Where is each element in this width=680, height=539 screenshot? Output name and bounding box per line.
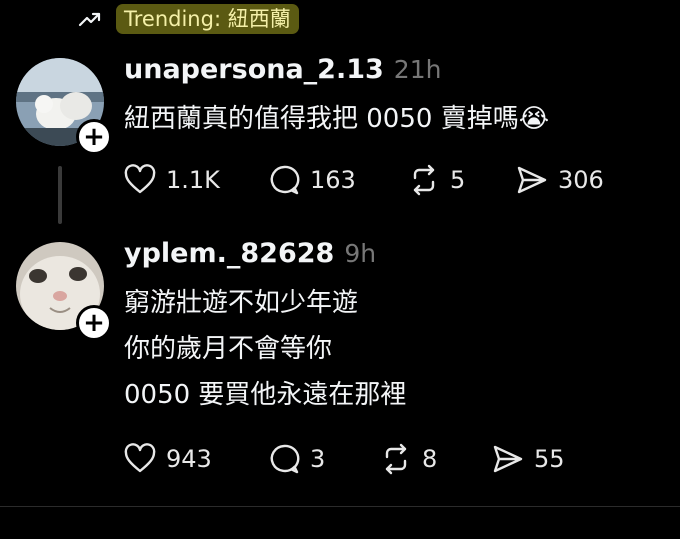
like-button[interactable]: 943 xyxy=(122,441,266,477)
share-count: 306 xyxy=(558,166,604,194)
username[interactable]: yplem._82628 xyxy=(124,238,334,269)
send-icon xyxy=(493,445,523,473)
like-count: 1.1K xyxy=(166,166,220,194)
action-bar: 943 3 8 55 xyxy=(122,439,565,479)
trending-label[interactable]: Trending: 紐西蘭 xyxy=(116,4,299,34)
share-button[interactable]: 306 xyxy=(514,162,604,198)
repost-count: 8 xyxy=(422,445,438,473)
trending-topic[interactable]: Trending: 紐西蘭 xyxy=(78,4,299,34)
post-text: 紐西蘭真的值得我把 0050 賣掉嗎😭 xyxy=(124,96,549,142)
post-text-line: 窮游壯遊不如少年遊 xyxy=(124,288,359,318)
send-icon xyxy=(517,166,547,194)
post-text: 窮游壯遊不如少年遊 你的歲月不會等你 0050 要買他永遠在那裡 xyxy=(124,280,406,418)
repost-icon xyxy=(385,443,407,475)
post-header: unapersona_2.13 21h xyxy=(124,54,441,85)
repost-button[interactable]: 5 xyxy=(406,162,514,198)
comment-bubble-icon xyxy=(270,444,300,474)
thread-line xyxy=(58,166,62,224)
like-button[interactable]: 1.1K xyxy=(122,162,266,198)
repost-count: 5 xyxy=(450,166,466,194)
repost-icon xyxy=(413,164,435,196)
post-text-line: 你的歲月不會等你 xyxy=(124,334,333,364)
post-header: yplem._82628 9h xyxy=(124,238,376,269)
timestamp: 9h xyxy=(344,239,377,268)
comment-bubble-icon xyxy=(270,165,300,195)
repost-button[interactable]: 8 xyxy=(378,441,490,477)
post-text-line: 0050 要買他永遠在那裡 xyxy=(124,380,407,410)
action-bar: 1.1K 163 5 306 xyxy=(122,160,604,200)
like-count: 943 xyxy=(166,445,212,473)
divider xyxy=(0,506,680,507)
comment-count: 3 xyxy=(310,445,326,473)
comment-button[interactable]: 163 xyxy=(266,162,406,198)
comment-button[interactable]: 3 xyxy=(266,441,378,477)
post-text-line: 紐西蘭真的值得我把 0050 賣掉嗎😭 xyxy=(124,104,550,134)
follow-plus-button[interactable]: + xyxy=(76,305,112,341)
timestamp: 21h xyxy=(393,55,442,84)
trending-arrow-icon xyxy=(78,12,101,27)
follow-plus-button[interactable]: + xyxy=(76,119,112,155)
share-count: 55 xyxy=(534,445,565,473)
heart-icon xyxy=(124,443,156,473)
heart-icon xyxy=(124,164,156,194)
share-button[interactable]: 55 xyxy=(490,441,565,477)
comment-count: 163 xyxy=(310,166,356,194)
username[interactable]: unapersona_2.13 xyxy=(124,54,384,85)
